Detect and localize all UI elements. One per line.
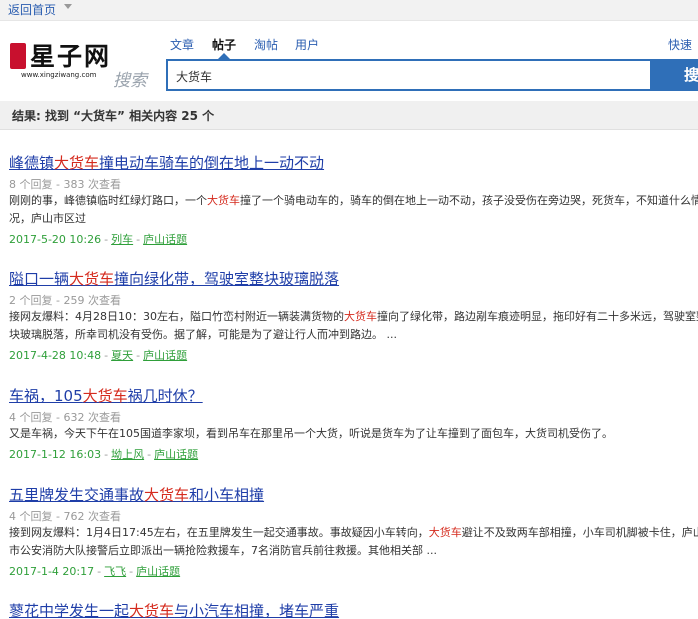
result-footer: 2017-1-12 16:03- 坳上风 - 庐山话题 — [9, 448, 199, 461]
result-forum-link[interactable]: 庐山话题 — [143, 233, 187, 246]
logo-seal-icon — [10, 43, 26, 69]
result-snippet: 又是车祸，今天下午在105国道李家坝，看到吊车在那里吊一个大货，听说是货车为了让… — [9, 427, 613, 440]
result-title-link[interactable]: 峰德镇大货车撞电动车骑车的倒在地上一动不动 — [9, 152, 324, 173]
logo-name: 星子网 — [30, 42, 112, 71]
logo-domain: www.xingziwang.com — [21, 71, 97, 79]
result-title-link[interactable]: 隘口一辆大货车撞向绿化带，驾驶室整块玻璃脱落 — [9, 268, 339, 289]
result-snippet: 刚刚的事，峰德镇临时红绿灯路口，一个大货车撞了一个骑电动车的，骑车的倒在地上一动… — [9, 194, 698, 225]
result-footer: 2017-1-4 20:17- 飞飞 - 庐山话题 — [9, 565, 181, 578]
result-author-link[interactable]: 坳上风 — [111, 448, 144, 461]
quick-search-link[interactable]: 快速 — [668, 36, 692, 53]
tab-users[interactable]: 用户 — [295, 36, 319, 53]
tab-taotie[interactable]: 淘帖 — [254, 36, 278, 53]
logo-search-word: 搜索 — [113, 71, 147, 91]
result-meta: 2 个回复 - 259 次查看 — [9, 294, 121, 307]
result-footer: 2017-4-28 10:48- 夏天 - 庐山话题 — [9, 349, 188, 362]
result-author-link[interactable]: 列车 — [111, 233, 133, 246]
back-home-link[interactable]: 返回首页 — [8, 1, 56, 18]
search-input[interactable] — [174, 65, 638, 87]
result-date: 2017-1-4 20:17 — [9, 565, 95, 578]
result-item: 蓼花中学发生一起大货车与小汽车相撞，堵车严重 — [9, 600, 698, 619]
result-forum-link[interactable]: 庐山话题 — [154, 448, 198, 461]
result-footer: 2017-5-20 10:26- 列车 - 庐山话题 — [9, 233, 188, 246]
result-meta: 4 个回复 - 762 次查看 — [9, 510, 121, 523]
chevron-down-icon[interactable] — [64, 4, 72, 9]
result-summary-bar: 结果: 找到 “大货车” 相关内容 25 个 — [0, 101, 698, 130]
result-title-link[interactable]: 车祸，105大货车祸几时休？ — [9, 385, 203, 406]
result-meta: 4 个回复 - 632 次查看 — [9, 411, 121, 424]
tab-articles[interactable]: 文章 — [170, 36, 194, 53]
result-author-link[interactable]: 飞飞 — [104, 565, 126, 578]
header: 星子网 www.xingziwang.com 搜索 文章 帖子 淘帖 用户 快速… — [0, 21, 698, 97]
result-date: 2017-4-28 10:48 — [9, 349, 102, 362]
result-snippet: 接到网友爆料：1月4日17:45左右，在五里牌发生一起交通事故。事故疑因小车转向… — [9, 526, 698, 557]
result-date: 2017-5-20 10:26 — [9, 233, 102, 246]
tab-posts[interactable]: 帖子 — [212, 36, 236, 53]
result-forum-link[interactable]: 庐山话题 — [143, 349, 187, 362]
result-snippet: 接网友爆料：4月28日10：30左右，隘口竹峦村附近一辆装满货物的大货车撞向了绿… — [9, 310, 698, 341]
result-date: 2017-1-12 16:03 — [9, 448, 102, 461]
result-author-link[interactable]: 夏天 — [111, 349, 133, 362]
result-meta: 8 个回复 - 383 次查看 — [9, 178, 121, 191]
result-title-link[interactable]: 五里牌发生交通事故大货车和小车相撞 — [9, 484, 264, 505]
search-box — [166, 59, 652, 91]
top-bar: 返回首页 — [0, 0, 698, 21]
site-logo[interactable]: 星子网 www.xingziwang.com 搜索 — [8, 41, 148, 91]
result-summary: 结果: 找到 “大货车” 相关内容 25 个 — [12, 109, 215, 123]
result-forum-link[interactable]: 庐山话题 — [136, 565, 180, 578]
result-title-link[interactable]: 蓼花中学发生一起大货车与小汽车相撞，堵车严重 — [9, 600, 339, 619]
search-button[interactable]: 搜 — [652, 59, 698, 91]
